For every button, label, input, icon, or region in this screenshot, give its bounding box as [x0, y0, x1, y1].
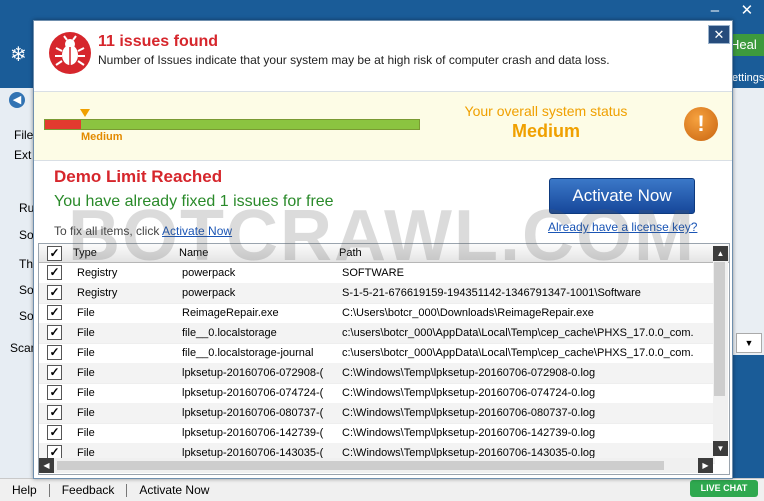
row-name: ReimageRepair.exe [182, 307, 279, 319]
window-controls: – ✕ [700, 0, 764, 20]
row-name: lpksetup-20160706-142739-( [182, 427, 324, 439]
risk-meter-fill [45, 120, 81, 129]
live-chat-button[interactable]: LIVE CHAT [690, 480, 758, 497]
bug-icon [49, 32, 91, 74]
side-label: So [19, 309, 34, 323]
row-path: c:\users\botcr_000\AppData\Local\Temp\ce… [342, 347, 694, 359]
fix-all-text: To fix all items, click Activate Now [54, 224, 232, 238]
help-link[interactable]: Help [0, 483, 49, 497]
table-row[interactable]: ✓ File file__0.localstorage-journal c:\user… [39, 343, 715, 364]
row-name: powerpack [182, 267, 236, 279]
row-path: C:\Users\botcr_000\Downloads\ReimageRepa… [342, 307, 594, 319]
dropdown-arrow-icon[interactable]: ▼ [736, 333, 762, 353]
side-label: Ext [14, 148, 32, 162]
issues-dialog: 11 issues found Number of Issues indicat… [33, 20, 733, 479]
dialog-subtitle: Number of Issues indicate that your syst… [98, 53, 610, 67]
row-checkbox[interactable]: ✓ [47, 345, 62, 360]
row-type: Registry [77, 287, 118, 299]
risk-meter [44, 119, 420, 130]
row-path: C:\Windows\Temp\lpksetup-20160706-142739… [342, 427, 596, 439]
column-header-name[interactable]: Name [179, 247, 208, 259]
license-key-link[interactable]: Already have a license key? [548, 220, 697, 234]
row-checkbox[interactable]: ✓ [47, 325, 62, 340]
scroll-up-icon[interactable]: ▲ [713, 246, 728, 261]
settings-link[interactable]: ettings [732, 72, 764, 84]
table-row[interactable]: ✓ File file__0.localstorage c:\users\botcr_… [39, 323, 715, 344]
row-checkbox[interactable]: ✓ [47, 285, 62, 300]
side-label: So [19, 283, 34, 297]
row-name: lpksetup-20160706-080737-( [182, 407, 324, 419]
row-checkbox[interactable]: ✓ [47, 425, 62, 440]
activate-now-button[interactable]: Activate Now [549, 178, 695, 214]
row-type: File [77, 327, 95, 339]
warning-icon: ! [684, 107, 718, 141]
heal-button[interactable]: Heal [730, 34, 764, 56]
table-row[interactable]: ✓ Registry powerpack SOFTWARE [39, 263, 715, 284]
scroll-down-icon[interactable]: ▼ [713, 441, 728, 456]
table-row[interactable]: ✓ File lpksetup-20160706-142739-( C:\Window… [39, 423, 715, 444]
overall-status-value: Medium [511, 121, 580, 141]
fixed-message: You have already fixed 1 issues for free [54, 193, 334, 210]
close-icon[interactable]: ✕ [708, 25, 730, 44]
row-type: File [77, 367, 95, 379]
right-pane-lower [732, 355, 764, 478]
select-all-checkbox[interactable]: ✓ [47, 246, 62, 261]
overall-status-label: Your overall system status [464, 103, 628, 119]
fix-all-prefix: To fix all items, click [54, 224, 160, 238]
system-status-panel: Medium Your overall system status Medium… [34, 91, 732, 161]
table-row[interactable]: ✓ File lpksetup-20160706-074724-( C:\Window… [39, 383, 715, 404]
row-path: S-1-5-21-676619159-194351142-1346791347-… [342, 287, 641, 299]
row-path: C:\Windows\Temp\lpksetup-20160706-072908… [342, 367, 596, 379]
row-type: File [77, 347, 95, 359]
meter-pointer-icon [80, 109, 90, 117]
column-header-type[interactable]: Type [73, 247, 97, 259]
side-label: Th [19, 257, 34, 271]
demo-limit-heading: Demo Limit Reached [54, 167, 223, 186]
side-label: So [19, 228, 34, 242]
row-checkbox[interactable]: ✓ [47, 265, 62, 280]
row-path: C:\Windows\Temp\lpksetup-20160706-080737… [342, 407, 596, 419]
row-path: c:\users\botcr_000\AppData\Local\Temp\ce… [342, 327, 694, 339]
bottom-bar: Help Feedback Activate Now [0, 478, 764, 501]
row-name: powerpack [182, 287, 236, 299]
column-header-path[interactable]: Path [339, 247, 362, 259]
row-checkbox[interactable]: ✓ [47, 305, 62, 320]
table-row[interactable]: ✓ Registry powerpack S-1-5-21-676619159-194… [39, 283, 715, 304]
table-row[interactable]: ✓ File ReimageRepair.exe C:\Users\botcr_000… [39, 303, 715, 324]
row-path: SOFTWARE [342, 267, 404, 279]
row-name: file__0.localstorage-journal [182, 347, 314, 359]
row-type: File [77, 427, 95, 439]
row-checkbox[interactable]: ✓ [47, 385, 62, 400]
meter-label: Medium [81, 131, 123, 143]
table-row[interactable]: ✓ File lpksetup-20160706-072908-( C:\Window… [39, 363, 715, 384]
feedback-link[interactable]: Feedback [50, 483, 127, 497]
side-label: File [14, 128, 34, 142]
issues-table: ✓ Type Name Path ✓ Registry powerpack SOFTW… [38, 243, 730, 475]
row-name: lpksetup-20160706-074724-( [182, 387, 324, 399]
back-arrow-icon[interactable]: ◀ [9, 92, 25, 108]
table-header: ✓ Type Name Path [39, 244, 729, 263]
scroll-left-icon[interactable]: ◀ [39, 458, 54, 473]
minimize-icon[interactable]: – [711, 2, 719, 19]
horizontal-scroll-thumb[interactable] [57, 461, 664, 470]
row-checkbox[interactable]: ✓ [47, 405, 62, 420]
dialog-title: 11 issues found [98, 33, 219, 50]
row-type: File [77, 407, 95, 419]
fix-all-activate-link[interactable]: Activate Now [162, 224, 232, 238]
app-logo-icon: ❄ [10, 44, 27, 66]
table-row[interactable]: ✓ File lpksetup-20160706-080737-( C:\Window… [39, 403, 715, 424]
row-type: File [77, 387, 95, 399]
dialog-header: 11 issues found Number of Issues indicat… [34, 21, 732, 91]
row-path: C:\Windows\Temp\lpksetup-20160706-074724… [342, 387, 596, 399]
vertical-scroll-thumb[interactable] [714, 262, 725, 396]
row-name: lpksetup-20160706-072908-( [182, 367, 324, 379]
row-type: Registry [77, 267, 118, 279]
row-checkbox[interactable]: ✓ [47, 365, 62, 380]
scroll-right-icon[interactable]: ▶ [698, 458, 713, 473]
row-type: File [77, 307, 95, 319]
activate-now-link[interactable]: Activate Now [127, 483, 221, 497]
row-name: file__0.localstorage [182, 327, 277, 339]
close-window-icon[interactable]: ✕ [741, 1, 754, 19]
